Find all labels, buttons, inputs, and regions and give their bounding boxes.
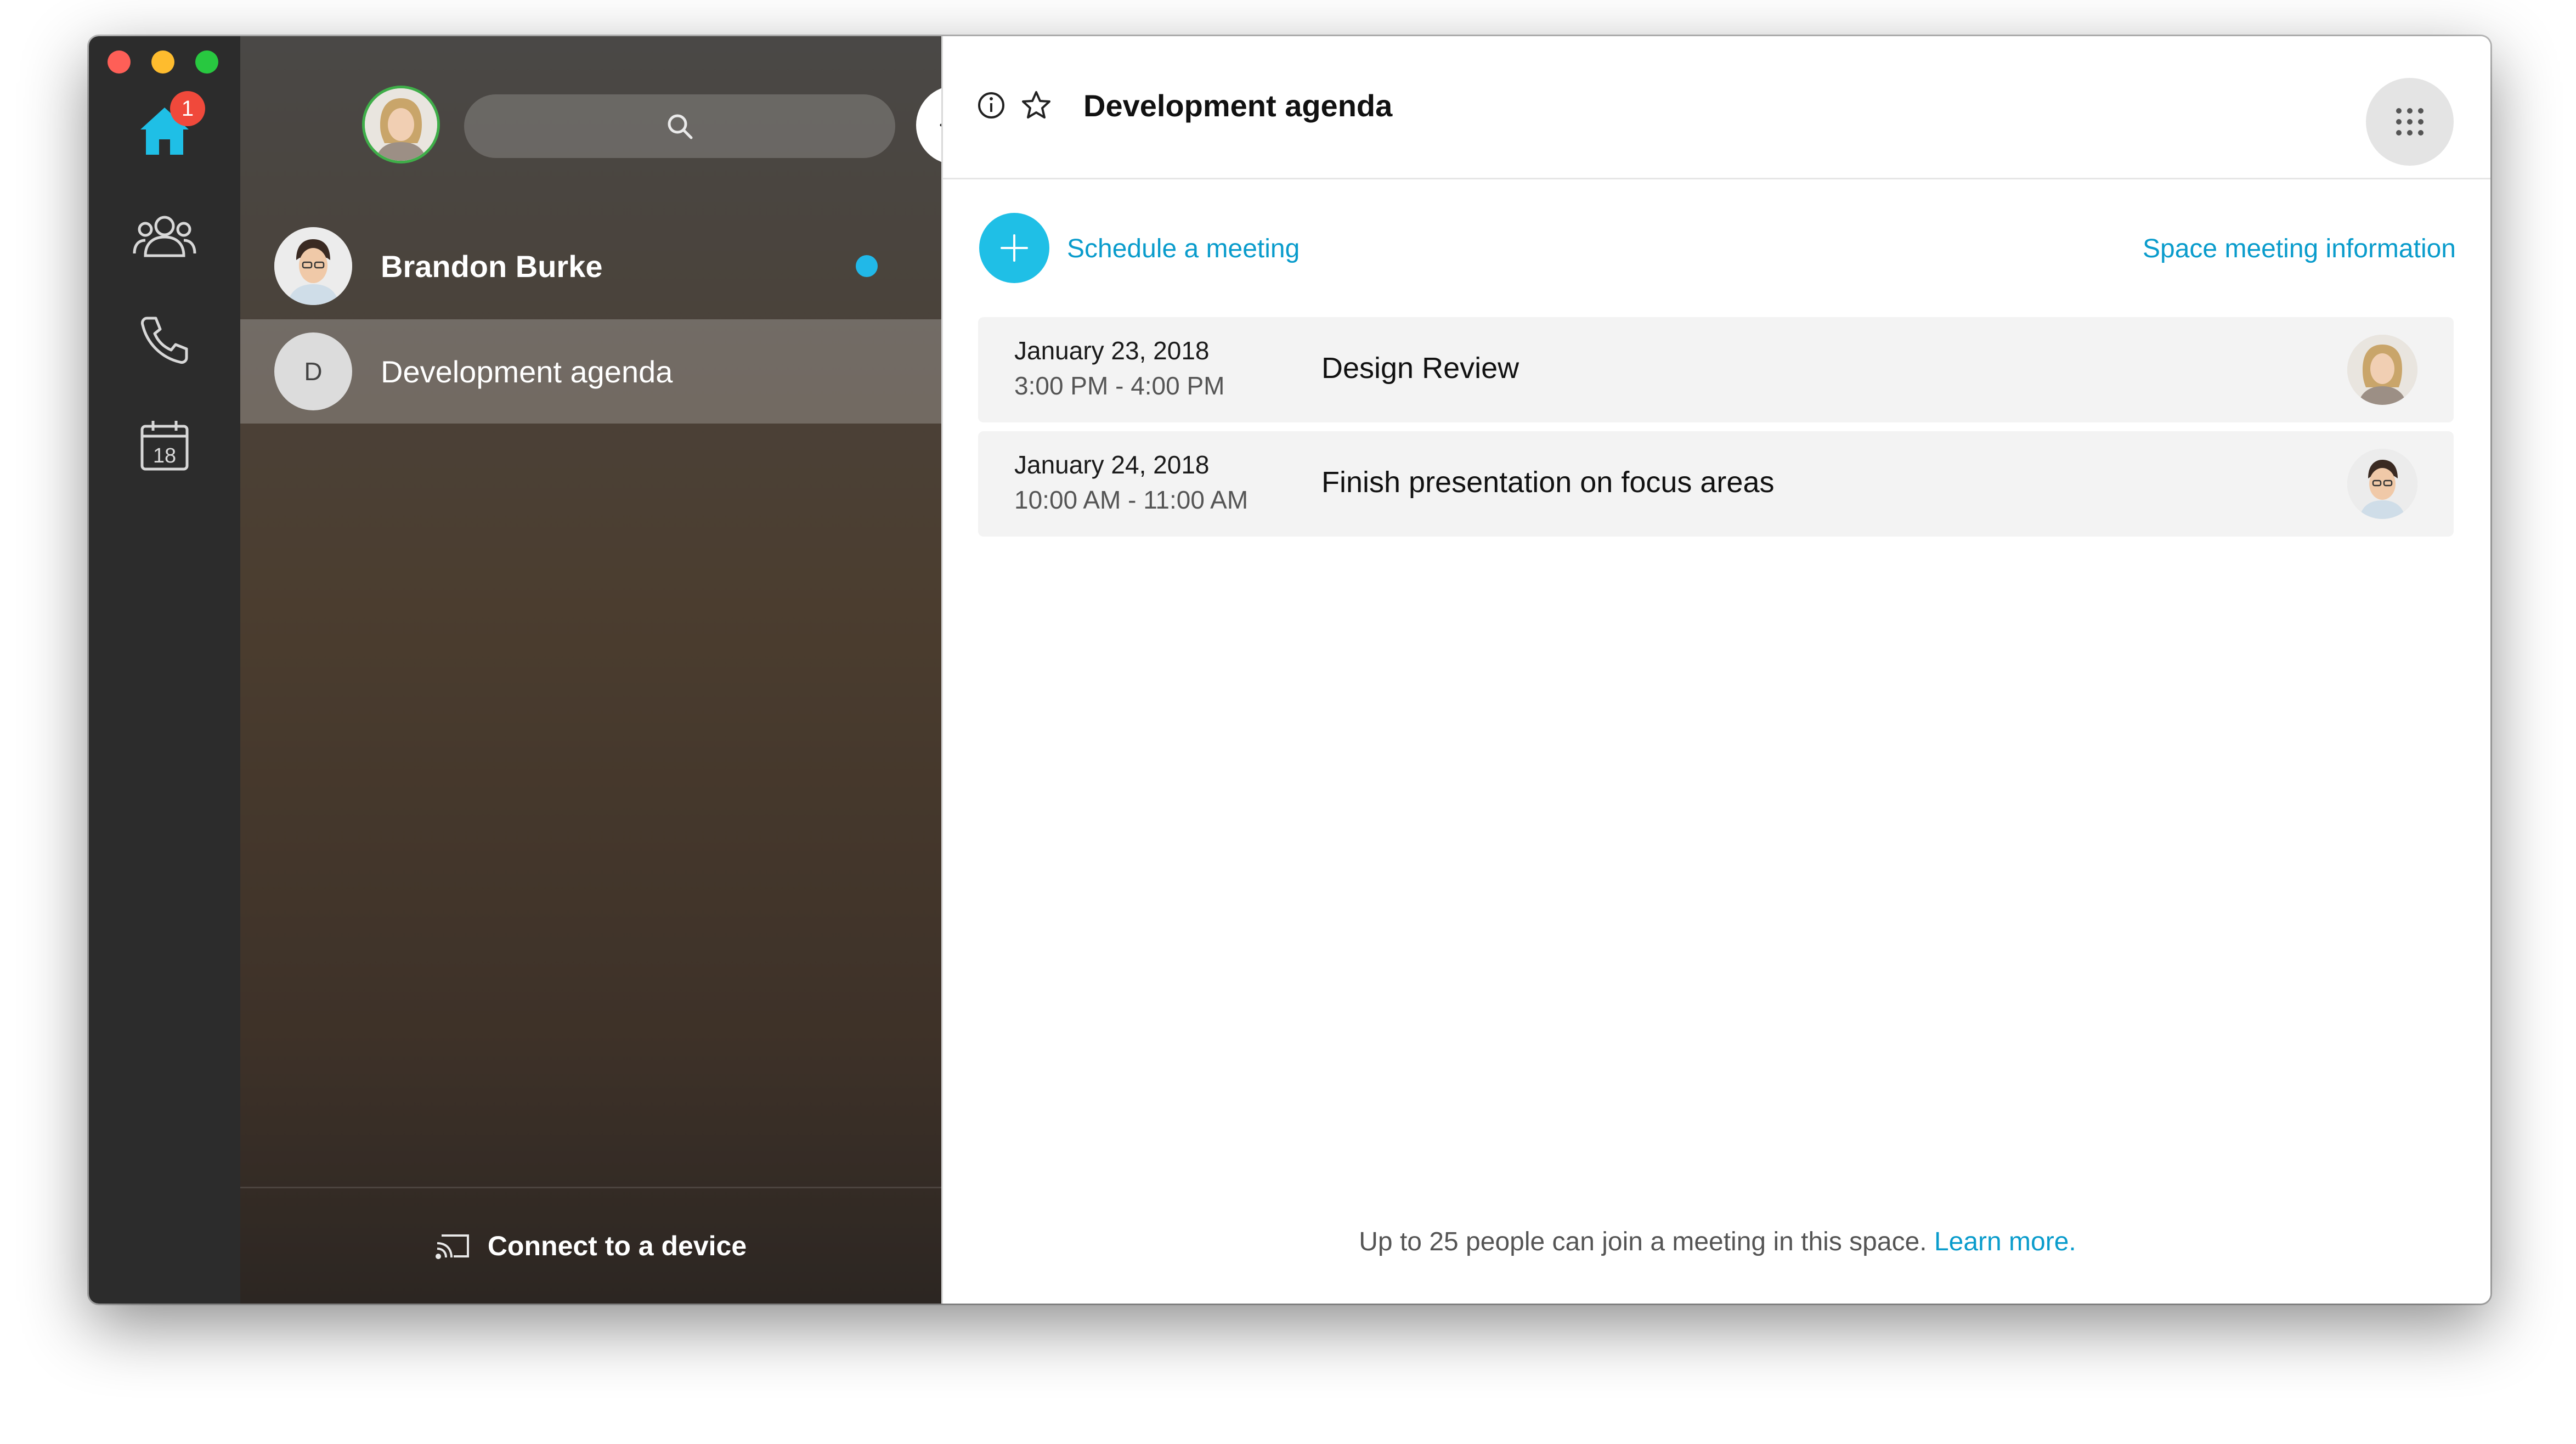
app-window: 1 18 Brandon Burke D Development agenda …: [89, 36, 2490, 1304]
meeting-date: January 24, 2018: [1014, 450, 1210, 479]
minimize-window-button[interactable]: [151, 50, 174, 74]
grid-dots-icon: [2396, 108, 2424, 136]
schedule-meeting-link[interactable]: Schedule a meeting: [1067, 234, 1300, 264]
space-initial: D: [304, 357, 323, 386]
conversation-name: Development agenda: [381, 354, 673, 389]
teams-icon: [133, 216, 196, 257]
zoom-window-button[interactable]: [195, 50, 218, 74]
connect-to-device-label: Connect to a device: [487, 1231, 747, 1261]
avatar: [274, 227, 352, 305]
phone-icon: [141, 317, 188, 364]
meeting-title: Finish presentation on focus areas: [1321, 466, 1775, 499]
conversation-item-brandon-burke[interactable]: Brandon Burke: [240, 214, 941, 318]
space-meeting-information-link[interactable]: Space meeting information: [2143, 234, 2456, 264]
avatar: [2347, 449, 2417, 519]
connect-to-device-button[interactable]: Connect to a device: [240, 1187, 941, 1304]
search-input[interactable]: [464, 94, 895, 158]
meeting-date: January 23, 2018: [1014, 336, 1210, 365]
home-badge: 1: [170, 91, 205, 126]
space-content: Development agenda Schedule a meeting Sp…: [941, 36, 2490, 1304]
info-icon[interactable]: [976, 90, 1007, 121]
close-window-button[interactable]: [108, 50, 131, 74]
avatar: [2347, 335, 2417, 405]
cast-icon: [435, 1234, 469, 1259]
search-icon: [668, 114, 693, 139]
apps-menu-button[interactable]: [2366, 78, 2454, 166]
meeting-item[interactable]: January 24, 2018 10:00 AM - 11:00 AM Fin…: [978, 431, 2454, 537]
calendar-icon: 18: [140, 421, 189, 471]
space-header: Development agenda: [943, 36, 2490, 179]
nav-rail: 1 18: [89, 36, 242, 1304]
my-avatar[interactable]: [362, 86, 440, 163]
conversation-name: Brandon Burke: [381, 249, 603, 284]
meeting-item[interactable]: January 23, 2018 3:00 PM - 4:00 PM Desig…: [978, 317, 2454, 422]
conversation-list-pane: Brandon Burke D Development agenda Conne…: [240, 36, 995, 1304]
meeting-capacity-note: Up to 25 people can join a meeting in th…: [943, 1227, 2490, 1257]
space-avatar: D: [274, 332, 352, 410]
rail-teams[interactable]: [129, 201, 200, 271]
capacity-text: Up to 25 people can join a meeting in th…: [1359, 1227, 1927, 1256]
calendar-day: 18: [153, 444, 176, 467]
page-title: Development agenda: [1083, 88, 1393, 123]
meeting-time: 10:00 AM - 11:00 AM: [1014, 486, 1249, 514]
star-icon[interactable]: [1020, 89, 1053, 122]
rail-calls[interactable]: [129, 305, 200, 375]
rail-calendar[interactable]: 18: [129, 410, 200, 481]
unread-indicator: [856, 255, 878, 277]
conversation-item-development-agenda[interactable]: D Development agenda: [240, 319, 941, 424]
meeting-title: Design Review: [1321, 352, 1519, 385]
meeting-time: 3:00 PM - 4:00 PM: [1014, 371, 1225, 400]
plus-icon: [1001, 234, 1028, 262]
schedule-meeting-button[interactable]: [979, 213, 1049, 283]
learn-more-link[interactable]: Learn more.: [1934, 1227, 2076, 1256]
